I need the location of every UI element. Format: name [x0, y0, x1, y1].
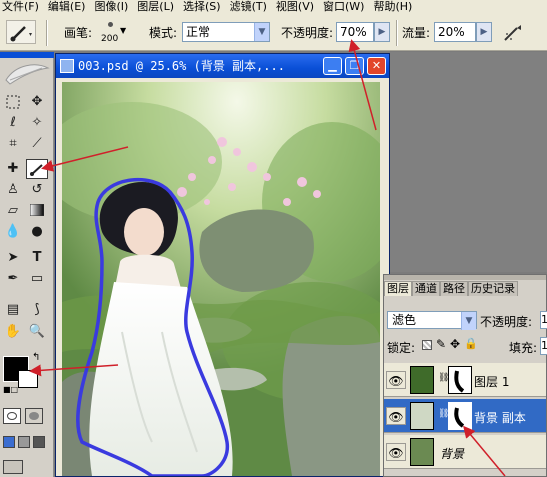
arrow-to-opacity [348, 39, 377, 131]
photoshop-window: 文件(F) 编辑(E) 图像(I) 图层(L) 选择(S) 滤镜(T) 视图(V… [0, 0, 547, 477]
arrow-to-layer-mask [463, 425, 506, 477]
arrow-to-foreground-color [29, 364, 119, 377]
arrow-to-brush-tool [41, 146, 129, 172]
annotation-arrows [29, 39, 506, 477]
